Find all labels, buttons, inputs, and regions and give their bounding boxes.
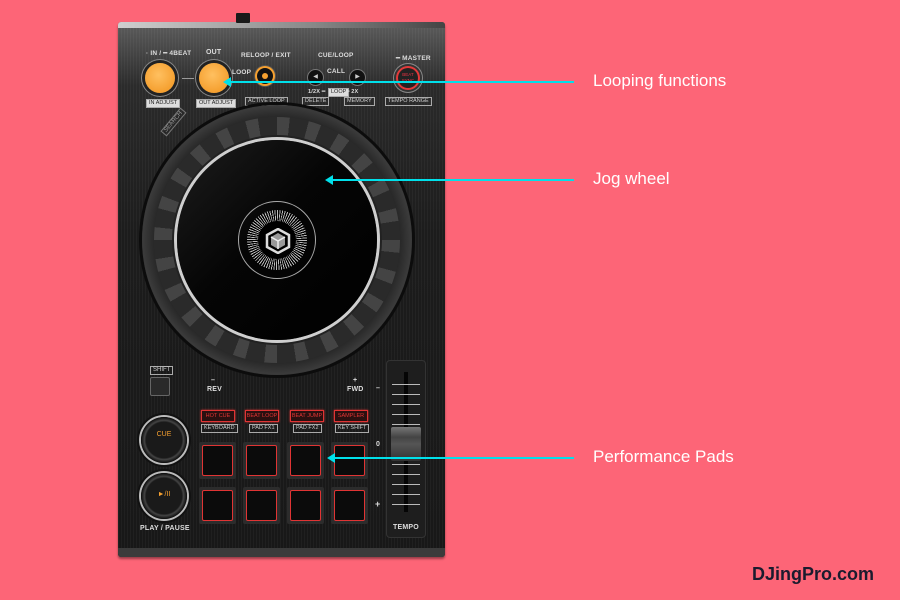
cue-loop-label: CUE/LOOP (318, 52, 354, 59)
shift-label: SHIFT (150, 366, 174, 375)
tempo-tick (392, 404, 420, 405)
loop-in-button[interactable] (145, 63, 175, 93)
tempo-fader[interactable]: TEMPO (386, 360, 426, 538)
pad-fx2-tag: PAD FX2 (293, 424, 322, 433)
callout-jog-wheel: Jog wheel (593, 169, 670, 188)
key-shift-tag: KEY SHIFT (335, 424, 370, 433)
usb-port (236, 13, 250, 23)
play-pause-icon: ►/II (157, 491, 171, 498)
cue-label: CUE (156, 431, 172, 438)
tempo-fader-knob[interactable] (391, 427, 421, 461)
in-4beat-label: · IN / ━ 4BEAT (146, 50, 192, 57)
tempo-tick (392, 494, 420, 495)
arrow-left-icon (325, 175, 333, 185)
fwd-sign: + (353, 377, 358, 384)
hot-cue-button[interactable]: HOT CUE (201, 410, 235, 422)
double-loop-label: ━ 2X (346, 89, 359, 95)
dj-controller: · IN / ━ 4BEAT OUT IN ADJUST OUT ADJUST … (118, 22, 445, 557)
performance-pad-6[interactable] (243, 487, 280, 524)
half-loop-label: 1/2X ━ (308, 89, 326, 95)
tempo-zero-label: 0 (376, 441, 381, 448)
jog-platter[interactable] (177, 140, 377, 340)
performance-pad-8[interactable] (331, 487, 368, 524)
in-adjust-tag: IN ADJUST (146, 99, 181, 108)
shift-button[interactable] (150, 377, 170, 396)
performance-pad-1[interactable] (199, 442, 236, 479)
tempo-range-tag: TEMPO RANGE (385, 97, 432, 106)
pioneer-logo-icon (265, 228, 291, 254)
pad-fx1-tag: PAD FX1 (249, 424, 278, 433)
tempo-tick (392, 384, 420, 385)
tempo-tick (392, 474, 420, 475)
memory-tag: MEMORY (344, 97, 375, 106)
brand-watermark: DJingPro.com (751, 564, 874, 584)
top-bezel (118, 22, 445, 28)
chevron-left-icon: ◀ (313, 74, 318, 80)
tempo-label: TEMPO (393, 524, 419, 531)
jog-wheel[interactable] (142, 105, 412, 375)
callout-line-looping (228, 81, 574, 83)
play-pause-label: PLAY / PAUSE (140, 525, 190, 532)
tempo-tick (392, 504, 420, 505)
rev-sign: – (211, 377, 216, 384)
tempo-tick (392, 414, 420, 415)
performance-pad-7[interactable] (287, 487, 324, 524)
beat-sync-button[interactable]: BEAT SYNC (398, 68, 418, 88)
tempo-tick (392, 484, 420, 485)
beat-loop-button[interactable]: BEAT LOOP (245, 410, 279, 422)
performance-pad-2[interactable] (243, 442, 280, 479)
performance-pad-5[interactable] (199, 487, 236, 524)
fwd-label: FWD (347, 386, 364, 393)
rev-label: REV (207, 386, 222, 393)
chevron-right-icon: ▶ (355, 74, 360, 80)
performance-pad-3[interactable] (287, 442, 324, 479)
out-label: OUT (206, 49, 222, 56)
keyboard-tag: KEYBOARD (201, 424, 238, 433)
tempo-tick (392, 424, 420, 425)
tempo-plus-label: + (375, 499, 381, 509)
tempo-tick (392, 464, 420, 465)
sampler-button[interactable]: SAMPLER (334, 410, 368, 422)
divider (182, 78, 194, 79)
search-label: SEARCH (160, 107, 187, 137)
out-adjust-tag: OUT ADJUST (196, 99, 237, 108)
play-pause-button[interactable]: ►/II (141, 473, 187, 519)
master-label: ━ MASTER (396, 55, 431, 62)
reloop-exit-label: RELOOP / EXIT (241, 52, 291, 59)
callout-looping-functions: Looping functions (593, 71, 727, 90)
jog-center-display (238, 201, 316, 279)
tempo-minus-label: – (376, 385, 381, 392)
callout-line-jog (330, 179, 574, 181)
tempo-tick (392, 394, 420, 395)
callout-line-pads (332, 457, 574, 459)
arrow-left-icon (327, 453, 335, 463)
performance-pad-4[interactable] (331, 442, 368, 479)
callout-performance-pads: Performance Pads (593, 447, 734, 466)
call-label: CALL (327, 68, 346, 75)
bottom-bezel (118, 548, 445, 557)
cue-button[interactable]: CUE (141, 417, 187, 463)
beat-jump-button[interactable]: BEAT JUMP (290, 410, 324, 422)
delete-tag: DELETE (302, 97, 330, 106)
loop-label: LOOP (232, 69, 252, 76)
arrow-left-icon (223, 77, 231, 87)
